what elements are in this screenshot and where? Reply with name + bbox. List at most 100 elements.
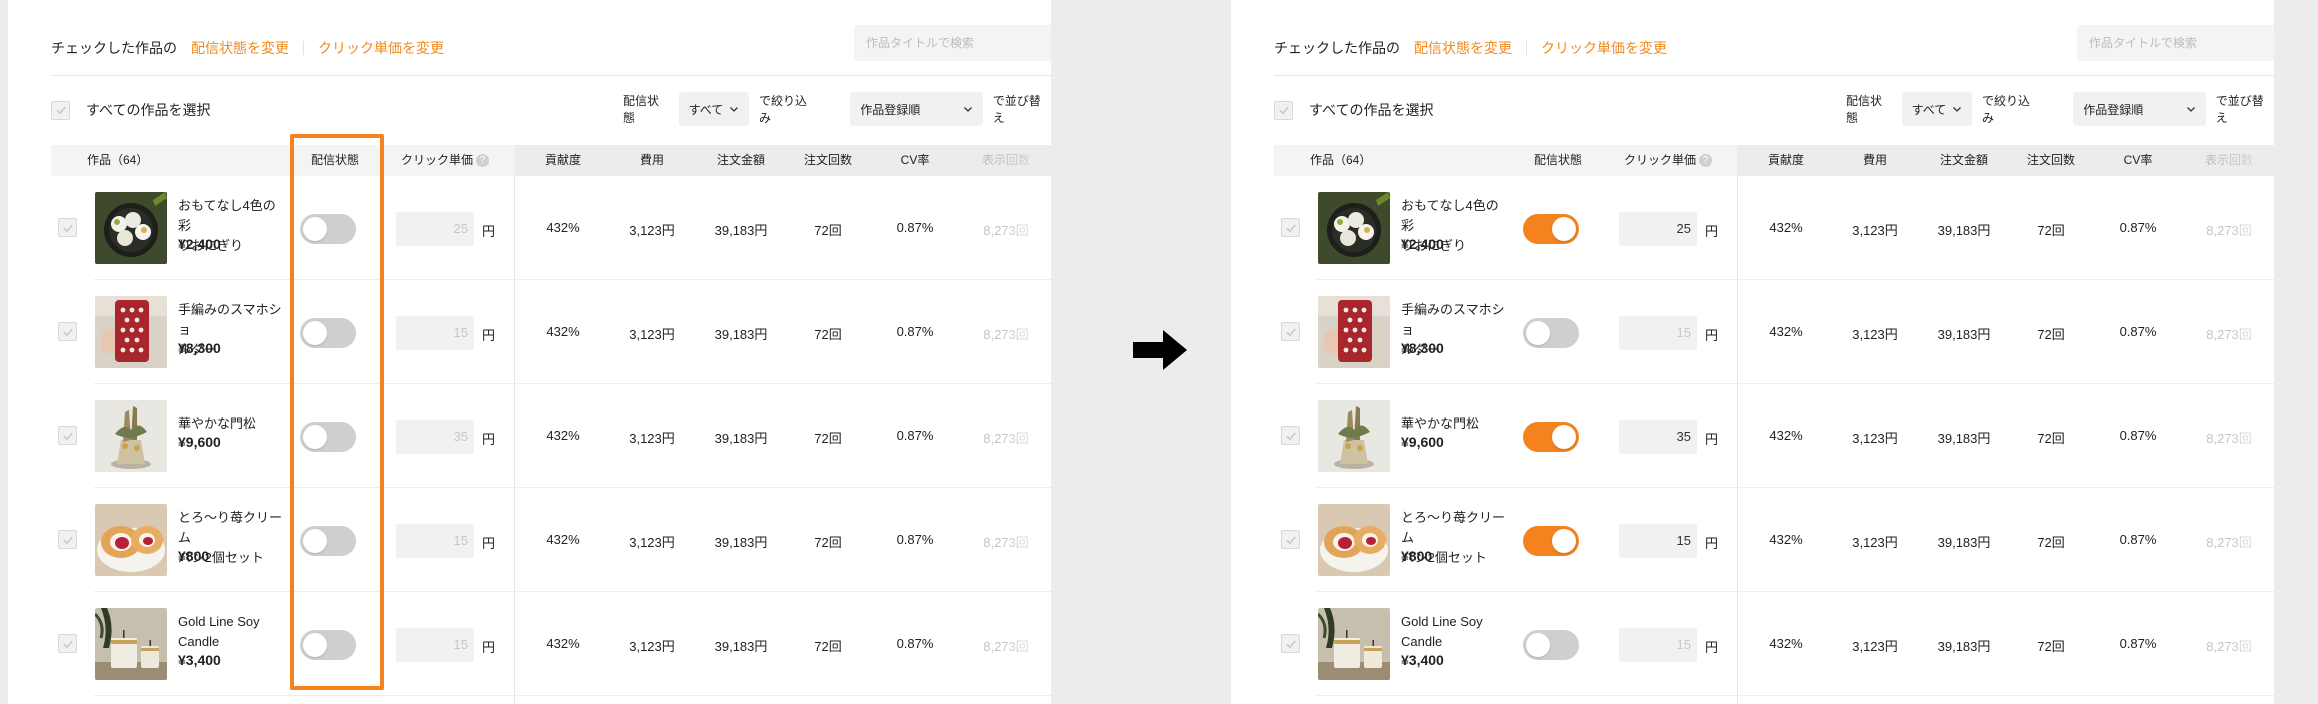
select-all-checkbox[interactable] <box>1274 100 1293 120</box>
product-name-line: Gold Line Soy <box>1401 614 1483 629</box>
toggle-knob <box>1552 529 1576 553</box>
order-count-value: 72回 <box>814 639 842 654</box>
row-checkbox[interactable] <box>58 634 77 653</box>
filter-label: 配信状態 <box>623 94 660 125</box>
contribution-value: 432% <box>546 220 580 235</box>
checked-label: チェックした作品の <box>1274 40 1400 56</box>
help-icon[interactable]: ? <box>476 154 490 168</box>
row-checkbox[interactable] <box>1281 634 1300 653</box>
divider <box>1526 41 1527 55</box>
check-icon <box>1285 431 1296 440</box>
col-contribution: 貢献度 <box>544 153 582 167</box>
sort-select[interactable]: 作品登録順 <box>850 92 983 126</box>
cpc-input[interactable]: 15 <box>396 628 474 662</box>
status-column-highlight <box>290 134 384 690</box>
table-row: Gold Line Soy Candle ¥3,400 15 円 432% 3,… <box>1274 592 2274 696</box>
cpc-input[interactable]: 15 <box>1619 628 1697 662</box>
change-status-link[interactable]: 配信状態を変更 <box>1414 38 1512 58</box>
product-name[interactable]: Gold Line Soy Candle <box>1401 612 1511 652</box>
bulk-action-bar: チェックした作品の 配信状態を変更 クリック単価を変更 <box>51 38 444 58</box>
status-toggle[interactable] <box>1523 630 1579 660</box>
search-input[interactable]: 作品タイトルで検索 <box>2077 25 2274 61</box>
cpc-input[interactable]: 15 <box>1619 316 1697 350</box>
yen-unit: 円 <box>1705 224 1719 239</box>
change-status-link[interactable]: 配信状態を変更 <box>191 38 289 58</box>
chevron-down-icon <box>730 107 738 112</box>
cpc-input[interactable]: 15 <box>396 316 474 350</box>
contribution-value: 432% <box>546 636 580 651</box>
row-checkbox[interactable] <box>1281 218 1300 237</box>
table-header: 作品（64） 配信状態 クリック単価? 貢献度 費用 注文金額 注文回数 CV率… <box>1274 145 2274 176</box>
order-count-value: 72回 <box>2037 431 2065 446</box>
check-icon <box>62 223 73 232</box>
select-all[interactable]: すべての作品を選択 <box>1274 100 1433 120</box>
col-status: 配信状態 <box>1533 153 1583 167</box>
product-name-line: Gold Line Soy <box>178 614 260 629</box>
change-cpc-link[interactable]: クリック単価を変更 <box>318 38 444 58</box>
product-name-line: とろ〜り苺クリーム <box>1401 510 1506 545</box>
cost-value: 3,123円 <box>629 431 675 446</box>
order-amount-value: 39,183円 <box>1937 535 1991 550</box>
row-checkbox[interactable] <box>58 322 77 341</box>
bulk-action-bar: チェックした作品の 配信状態を変更 クリック単価を変更 <box>1274 38 1667 58</box>
scroll-fade <box>2224 384 2274 487</box>
cpc-input[interactable]: 25 <box>1619 212 1697 246</box>
cpc-input[interactable]: 15 <box>1619 524 1697 558</box>
chevron-down-icon <box>2186 107 2195 112</box>
cost-value: 3,123円 <box>1852 639 1898 654</box>
change-cpc-link[interactable]: クリック単価を変更 <box>1541 38 1667 58</box>
product-price: ¥9,600 <box>178 434 221 450</box>
cost-value: 3,123円 <box>1852 431 1898 446</box>
status-toggle[interactable] <box>1523 422 1579 452</box>
cpc-input[interactable]: 35 <box>396 420 474 454</box>
help-icon[interactable]: ? <box>1699 154 1713 168</box>
row-checkbox[interactable] <box>1281 322 1300 341</box>
cost-value: 3,123円 <box>629 639 675 654</box>
scroll-fade <box>1001 488 1051 591</box>
yen-unit: 円 <box>1705 640 1719 655</box>
cost-value: 3,123円 <box>629 327 675 342</box>
cpc-input[interactable]: 15 <box>396 524 474 558</box>
select-all[interactable]: すべての作品を選択 <box>51 100 210 120</box>
col-contribution: 貢献度 <box>1767 153 1805 167</box>
order-count-value: 72回 <box>2037 327 2065 342</box>
check-icon <box>1278 106 1289 115</box>
row-checkbox[interactable] <box>1281 426 1300 445</box>
row-checkbox[interactable] <box>58 218 77 237</box>
order-count-value: 72回 <box>814 431 842 446</box>
scroll-fade <box>2224 488 2274 591</box>
search-input[interactable]: 作品タイトルで検索 <box>854 25 1051 61</box>
select-all-checkbox[interactable] <box>51 100 70 120</box>
status-filter-select[interactable]: すべて <box>678 92 750 126</box>
cv-rate-value: 0.87% <box>2119 636 2157 651</box>
row-checkbox[interactable] <box>1281 530 1300 549</box>
product-name[interactable]: Gold Line Soy Candle <box>178 612 288 652</box>
product-name[interactable]: 華やかな門松 <box>1401 414 1511 434</box>
check-icon <box>1285 223 1296 232</box>
product-price: ¥2,400 <box>178 236 221 252</box>
cv-rate-value: 0.87% <box>2119 220 2157 235</box>
status-toggle[interactable] <box>1523 214 1579 244</box>
toggle-knob <box>1552 425 1576 449</box>
cpc-input[interactable]: 25 <box>396 212 474 246</box>
divider <box>303 41 304 55</box>
yen-unit: 円 <box>1705 432 1719 447</box>
cv-rate-value: 0.87% <box>896 636 934 651</box>
scroll-fade <box>2224 176 2274 279</box>
row-checkbox[interactable] <box>58 426 77 445</box>
select-all-label: すべての作品を選択 <box>1309 102 1434 118</box>
status-toggle[interactable] <box>1523 318 1579 348</box>
before-panel: チェックした作品の 配信状態を変更 クリック単価を変更 作品タイトルで検索 すべ… <box>8 0 1051 704</box>
row-checkbox[interactable] <box>58 530 77 549</box>
filter-suffix: で絞り込み <box>1982 94 2031 125</box>
filter-label: 配信状態 <box>1846 94 1883 125</box>
sort-select[interactable]: 作品登録順 <box>2073 92 2206 126</box>
status-filter-select[interactable]: すべて <box>1901 92 1973 126</box>
cpc-input[interactable]: 35 <box>1619 420 1697 454</box>
status-toggle[interactable] <box>1523 526 1579 556</box>
product-thumbnail <box>95 608 167 680</box>
col-cpc: クリック単価? <box>1624 145 1713 176</box>
product-name[interactable]: 華やかな門松 <box>178 414 288 434</box>
select-all-label: すべての作品を選択 <box>86 102 211 118</box>
contribution-value: 432% <box>1769 532 1803 547</box>
